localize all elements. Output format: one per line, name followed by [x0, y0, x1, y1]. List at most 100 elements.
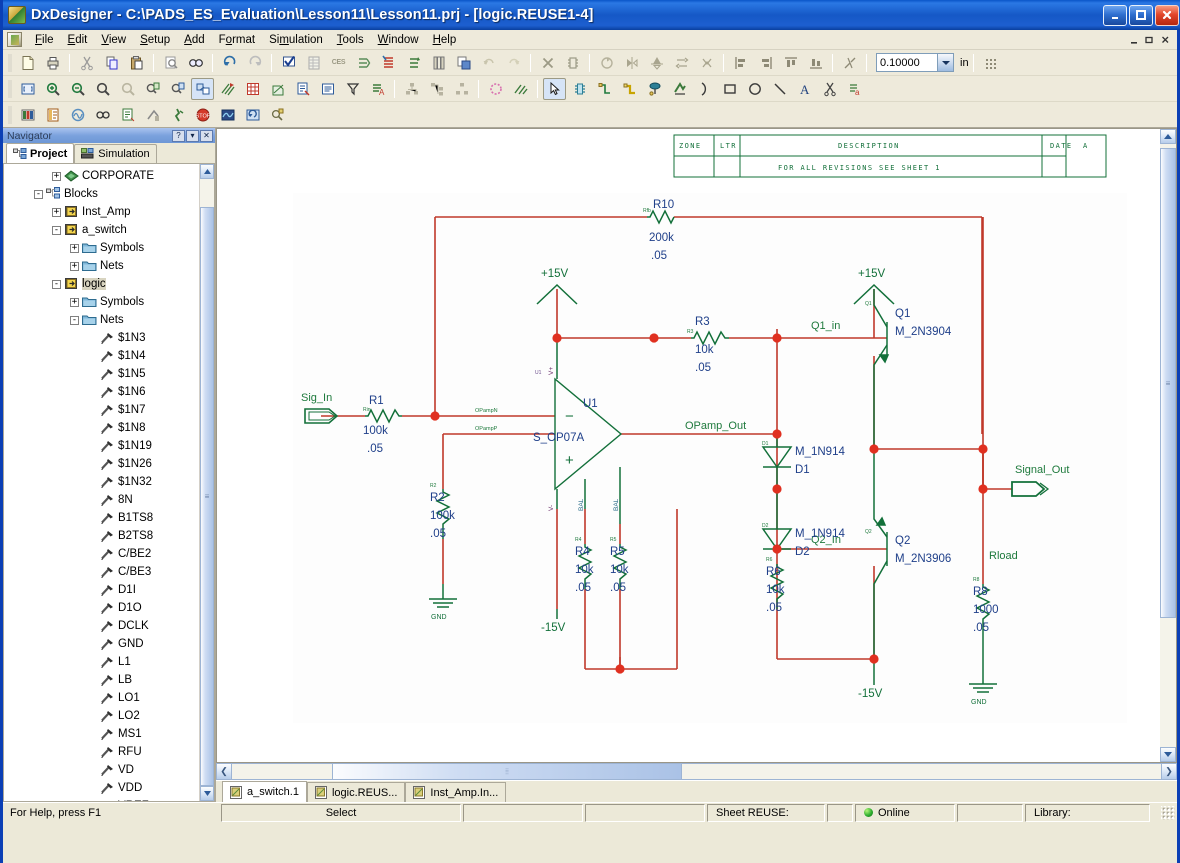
expand-toggle-icon[interactable]: + [52, 171, 61, 181]
doc-tab-a-switch[interactable]: a_switch.1 [222, 781, 307, 802]
doc-tab-logic-reuse[interactable]: logic.REUS... [306, 782, 406, 802]
simulation-model-button[interactable] [41, 104, 64, 126]
toolbar-grip[interactable] [8, 53, 12, 72]
report-button[interactable] [316, 78, 339, 100]
simulation-netlist-button[interactable] [116, 104, 139, 126]
tree-item[interactable]: D1I [4, 581, 199, 599]
canvas-vscroll-thumb[interactable]: ≡ [1160, 148, 1176, 618]
probe-button[interactable] [91, 104, 114, 126]
tree-item[interactable]: + Inst_Amp [4, 203, 199, 221]
print-preview-button[interactable] [159, 52, 182, 74]
hierarchy-down-button[interactable] [400, 78, 423, 100]
grid-toggle-button[interactable] [979, 52, 1002, 74]
check-design-button[interactable] [277, 52, 300, 74]
tree-item[interactable]: + CORPORATE [4, 167, 199, 185]
library-button[interactable] [427, 52, 450, 74]
navigator-close-button[interactable]: ✕ [200, 129, 213, 142]
tree-item[interactable]: B2TS8 [4, 527, 199, 545]
tree-item[interactable]: L1 [4, 653, 199, 671]
add-symbol-button[interactable] [568, 78, 591, 100]
tree-item[interactable]: $1N32 [4, 473, 199, 491]
hierarchy-up-button[interactable] [425, 78, 448, 100]
collapse-toggle-icon[interactable]: - [52, 279, 61, 289]
add-bus-button[interactable] [618, 78, 641, 100]
delete-button[interactable] [536, 52, 559, 74]
add-attribute-button[interactable]: A [366, 78, 389, 100]
select-block-button[interactable] [191, 77, 214, 100]
chevron-down-icon[interactable] [937, 54, 953, 71]
menu-file[interactable]: FFileile [28, 32, 61, 48]
tree-item[interactable]: + Symbols [4, 293, 199, 311]
canvas-hscroll-thumb[interactable]: ⦙⦙ [332, 763, 682, 780]
canvas-scroll-left-button[interactable]: ❮ [216, 763, 232, 780]
pcb-link-button[interactable] [452, 52, 475, 74]
document-system-icon[interactable] [7, 32, 22, 47]
copy-button[interactable] [100, 52, 123, 74]
break-button[interactable] [838, 52, 861, 74]
schematic-canvas[interactable]: ZONE LTR DESCRIPTION DATE A FOR ALL REVI… [216, 128, 1160, 763]
hatch-select-button[interactable] [216, 78, 239, 100]
spreadsheet-button[interactable] [302, 52, 325, 74]
paste-button[interactable] [125, 52, 148, 74]
tree-scroll-thumb[interactable]: ≡ [200, 207, 214, 786]
back-annotate-button[interactable] [402, 52, 425, 74]
tree-item[interactable]: - logic [4, 275, 199, 293]
add-pin-button[interactable] [668, 78, 691, 100]
stop-simulation-button[interactable]: STOP [191, 104, 214, 126]
menu-format[interactable]: Format [212, 32, 262, 48]
add-rectangle-button[interactable] [718, 78, 741, 100]
add-attribute-text-button[interactable]: a [843, 78, 866, 100]
add-line-button[interactable] [768, 78, 791, 100]
mdi-restore-button[interactable] [1142, 33, 1157, 47]
menu-edit[interactable]: Edit [61, 32, 95, 48]
expand-toggle-icon[interactable]: + [70, 297, 79, 307]
tree-item[interactable]: D1O [4, 599, 199, 617]
tree-item[interactable]: - Nets [4, 311, 199, 329]
zoom-block-button[interactable] [166, 78, 189, 100]
highlight-button[interactable] [484, 78, 507, 100]
cut-button[interactable] [75, 52, 98, 74]
refresh-view-button[interactable] [266, 78, 289, 100]
tree-scroll-down-button[interactable] [200, 786, 214, 801]
redo-button[interactable] [243, 52, 266, 74]
align-top-button[interactable] [779, 52, 802, 74]
menu-add[interactable]: Add [177, 32, 211, 48]
tree-item[interactable]: C/BE3 [4, 563, 199, 581]
tree-scroll-track-top[interactable] [200, 179, 214, 207]
find-simulation-button[interactable] [266, 104, 289, 126]
menu-setup[interactable]: Setup [133, 32, 177, 48]
expand-toggle-icon[interactable]: + [52, 207, 61, 217]
tree-item[interactable]: $1N4 [4, 347, 199, 365]
menu-help[interactable]: Help [426, 32, 464, 48]
canvas-horizontal-scrollbar[interactable]: ❮ ⦙⦙ ❯ [216, 763, 1177, 780]
tree-item[interactable]: $1N3 [4, 329, 199, 347]
swap-button[interactable] [670, 52, 693, 74]
simulation-export-button[interactable] [141, 104, 164, 126]
minimize-button[interactable] [1103, 4, 1127, 26]
expand-toggle-icon[interactable]: + [70, 243, 79, 253]
tree-item[interactable]: LO1 [4, 689, 199, 707]
tree-item[interactable]: $1N19 [4, 437, 199, 455]
collapse-toggle-icon[interactable]: - [70, 315, 79, 325]
replace-button[interactable] [695, 52, 718, 74]
grid-size-combo[interactable]: 0.10000 [876, 53, 954, 72]
tree-item[interactable]: RFU [4, 743, 199, 761]
mdi-close-button[interactable] [1158, 33, 1173, 47]
navigator-menu-button[interactable]: ▾ [186, 129, 199, 142]
netlist-button[interactable] [352, 52, 375, 74]
undo-button[interactable] [218, 52, 241, 74]
tree-item[interactable]: 8N [4, 491, 199, 509]
tree-item[interactable]: C/BE2 [4, 545, 199, 563]
add-text-button[interactable]: A [793, 78, 816, 100]
tree-scroll-up-button[interactable] [200, 164, 214, 179]
tree-item[interactable]: GND [4, 635, 199, 653]
tree-item[interactable]: DCLK [4, 617, 199, 635]
tree-item[interactable]: $1N6 [4, 383, 199, 401]
run-simulation-button[interactable] [166, 104, 189, 126]
find-button[interactable] [184, 52, 207, 74]
tree-item[interactable]: $1N26 [4, 455, 199, 473]
mdi-minimize-button[interactable] [1126, 33, 1141, 47]
cross-probe-button[interactable] [477, 52, 500, 74]
zoom-sheet-button[interactable] [141, 78, 164, 100]
menu-simulation[interactable]: Simulation [262, 32, 330, 48]
